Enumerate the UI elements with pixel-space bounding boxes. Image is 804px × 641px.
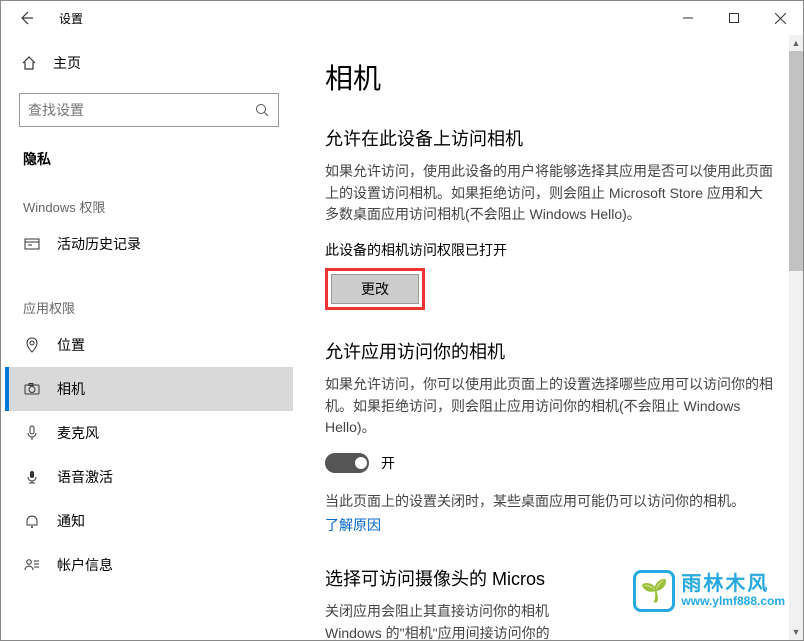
close-button[interactable]	[757, 1, 803, 35]
voice-icon	[23, 469, 41, 485]
sidebar-item-location[interactable]: 位置	[5, 323, 293, 367]
home-icon	[21, 55, 37, 71]
account-icon	[23, 557, 41, 573]
watermark: 🌱 雨林木风 www.ylmf888.com	[633, 570, 785, 612]
sidebar-item-label: 通知	[57, 511, 85, 531]
search-input[interactable]	[19, 93, 279, 127]
location-icon	[23, 337, 41, 353]
watermark-cn: 雨林木风	[681, 574, 785, 595]
section2-body: 如果允许访问，你可以使用此页面上的设置选择哪些应用可以访问你的相机。如果拒绝访问…	[325, 374, 775, 439]
note-text: 当此页面上的设置关闭时，某些桌面应用可能仍可以访问你的相机。	[325, 491, 775, 513]
sidebar-group-windows: Windows 权限	[5, 187, 293, 222]
page-title: 相机	[325, 57, 775, 97]
toggle-knob	[355, 457, 367, 469]
apps-access-toggle[interactable]	[325, 453, 369, 473]
device-status-line: 此设备的相机访问权限已打开	[325, 240, 775, 260]
sidebar-item-camera[interactable]: 相机	[5, 367, 293, 411]
sidebar-item-label: 相机	[57, 379, 85, 399]
section3-body2: Windows 的"相机"应用间接访问你的	[325, 623, 775, 641]
minimize-button[interactable]	[665, 1, 711, 35]
sidebar-item-label: 位置	[57, 335, 85, 355]
titlebar: 设置	[1, 1, 803, 35]
change-button-highlight: 更改	[325, 268, 425, 310]
sidebar-item-activity[interactable]: 活动历史记录	[5, 222, 293, 266]
notification-icon	[23, 513, 41, 529]
toggle-label: 开	[381, 453, 395, 473]
camera-icon	[23, 381, 41, 397]
sidebar-category: 隐私	[5, 143, 293, 187]
sidebar-item-notifications[interactable]: 通知	[5, 499, 293, 543]
sidebar-item-microphone[interactable]: 麦克风	[5, 411, 293, 455]
back-button[interactable]	[9, 1, 43, 35]
search-icon	[254, 102, 270, 118]
history-icon	[23, 236, 41, 252]
sidebar-item-home[interactable]: 主页	[5, 43, 293, 83]
scroll-down-icon[interactable]: ▼	[792, 624, 801, 640]
search-field[interactable]	[28, 102, 254, 118]
sidebar-item-label: 活动历史记录	[57, 234, 141, 254]
learn-more-link[interactable]: 了解原因	[325, 517, 381, 533]
section1-body: 如果允许访问，使用此设备的用户将能够选择其应用是否可以使用此页面上的设置访问相机…	[325, 161, 775, 226]
sidebar-item-account[interactable]: 帐户信息	[5, 543, 293, 587]
scroll-up-icon[interactable]: ▲	[792, 35, 801, 51]
sidebar: 主页 隐私 Windows 权限 活动历史记录 应用权限 位置 相机 麦克风	[1, 35, 297, 640]
scroll-thumb[interactable]	[789, 51, 803, 271]
sidebar-group-app: 应用权限	[5, 288, 293, 323]
change-button[interactable]: 更改	[331, 274, 419, 304]
sidebar-item-label: 帐户信息	[57, 555, 113, 575]
section1-title: 允许在此设备上访问相机	[325, 125, 775, 151]
microphone-icon	[23, 425, 41, 441]
scrollbar[interactable]: ▲ ▼	[789, 35, 803, 640]
window-title: 设置	[59, 10, 83, 27]
watermark-icon: 🌱	[633, 570, 675, 612]
watermark-url: www.ylmf888.com	[681, 595, 785, 608]
sidebar-item-label: 语音激活	[57, 467, 113, 487]
maximize-button[interactable]	[711, 1, 757, 35]
main-panel: 相机 允许在此设备上访问相机 如果允许访问，使用此设备的用户将能够选择其应用是否…	[297, 35, 803, 640]
sidebar-item-voice[interactable]: 语音激活	[5, 455, 293, 499]
sidebar-item-label: 麦克风	[57, 423, 99, 443]
section2-title: 允许应用访问你的相机	[325, 338, 775, 364]
change-button-label: 更改	[361, 279, 389, 299]
sidebar-item-label: 主页	[53, 53, 81, 73]
